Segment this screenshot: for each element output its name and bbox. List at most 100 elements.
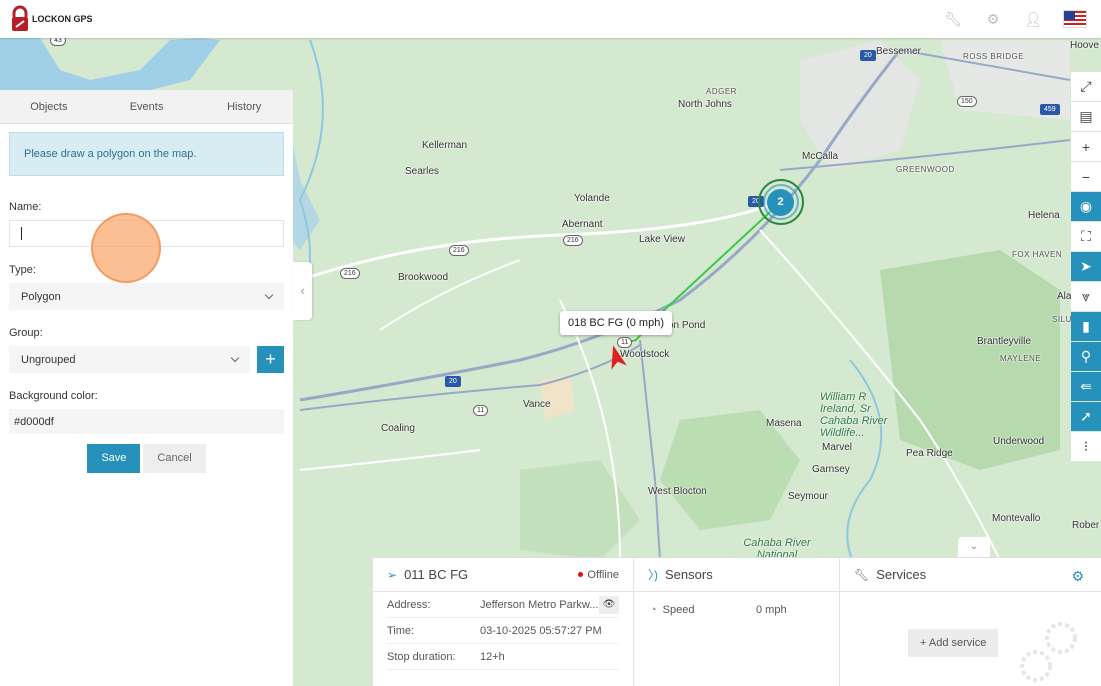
map-label: FOX HAVEN <box>1012 250 1063 259</box>
top-bar: LOCKON GPS 🔧︎ ⚙ 👤︎ <box>0 0 1101 38</box>
sensor-key: Speed <box>662 604 695 616</box>
us-flag-icon[interactable] <box>1063 10 1087 28</box>
app-logo[interactable]: LOCKON GPS <box>10 5 93 33</box>
speedometer-icon: ◔ <box>650 604 657 616</box>
background-color-input[interactable]: #d000df <box>9 409 284 434</box>
type-select[interactable]: Polygon <box>9 283 284 310</box>
sensor-value: 0 mph <box>756 604 787 616</box>
location-pin-icon[interactable]: ⚲ <box>1071 342 1101 371</box>
services-title: Services <box>876 567 927 582</box>
type-value: Polygon <box>21 290 61 303</box>
object-cluster[interactable]: 2 <box>756 177 806 227</box>
map-label: Helena <box>1028 210 1060 221</box>
map-label: Underwood <box>993 436 1045 447</box>
sensor-row: ◔ Speed 0 mph <box>650 604 823 616</box>
detail-key: Time: <box>387 624 415 637</box>
detail-row: Stop duration: 12+h <box>387 644 619 670</box>
map-label: SILU <box>1052 315 1072 324</box>
save-button[interactable]: Save <box>87 444 141 473</box>
tab-events[interactable]: Events <box>98 90 196 123</box>
history-arrow-icon[interactable]: ⇚ <box>1071 372 1101 401</box>
wrench-icon: 🔧︎ <box>854 567 870 582</box>
highway-shield: 459 <box>1040 104 1060 115</box>
map-label: Brantleyville <box>977 336 1031 347</box>
detail-key: Stop duration: <box>387 650 456 663</box>
map-label: Garnsey <box>812 464 850 475</box>
target-icon[interactable]: ◉ <box>1071 192 1101 221</box>
gear-icon[interactable]: ⚙ <box>983 9 1003 29</box>
road-icon[interactable]: ▮ <box>1071 312 1101 341</box>
left-panel: Objects Events History Please draw a pol… <box>0 90 293 686</box>
map-label: on Pond <box>668 320 706 331</box>
map-label: Pea Ridge <box>906 448 953 459</box>
plus-icon: + <box>920 637 929 649</box>
expand-panel-chevron-icon[interactable]: ⌄ <box>958 537 990 557</box>
map-label: Abernant <box>562 219 603 230</box>
polygon-info-message: Please draw a polygon on the map. <box>9 132 284 176</box>
park-label: William R Ireland, Sr Cahaba River Wildl… <box>820 391 888 439</box>
object-title: 011 BC FG <box>404 567 469 582</box>
chevron-down-icon <box>264 290 274 300</box>
map-label: Lake View <box>639 234 685 245</box>
map-label: McCalla <box>802 151 839 162</box>
highway-shield: 150 <box>957 96 977 107</box>
detail-value: 12+h <box>480 650 505 663</box>
detail-row: Address: Jefferson Metro Parkw... 👁︎ <box>387 592 619 618</box>
detail-value: Jefferson Metro Parkw... <box>480 598 599 611</box>
fit-bounds-icon[interactable]: ⛶ <box>1071 222 1101 251</box>
map-label: Marvel <box>822 442 853 453</box>
cancel-button[interactable]: Cancel <box>143 444 206 473</box>
sensors-title: Sensors <box>665 567 713 582</box>
eye-icon[interactable]: 👁︎ <box>599 595 619 614</box>
map-label: Bessemer <box>876 46 922 57</box>
chevron-down-icon <box>230 353 240 363</box>
name-label: Name: <box>9 201 42 213</box>
sensors-panel: 〉) Sensors ◔ Speed 0 mph <box>633 558 839 686</box>
services-panel: 🔧︎ Services ⚙ + Add service <box>839 558 1101 686</box>
highway-shield: 216 <box>563 235 583 246</box>
map-label: Montevallo <box>992 513 1041 524</box>
map-toolbar: ⤢ ▤ + − ◉ ⛶ ➤ ⩔ ▮ ⚲ ⇚ ➚ ⁝ <box>1071 72 1101 462</box>
tab-history[interactable]: History <box>195 90 293 123</box>
background-color-label: Background color: <box>9 390 98 402</box>
status-badge: Offline <box>578 569 619 581</box>
route-icon[interactable]: ⩔ <box>1071 282 1101 311</box>
add-service-button[interactable]: + Add service <box>908 629 999 657</box>
wrench-icon[interactable]: 🔧︎ <box>943 9 963 29</box>
map-label: Coaling <box>381 423 415 434</box>
direction-icon[interactable]: ➚ <box>1071 402 1101 431</box>
group-select[interactable]: Ungrouped <box>9 346 250 373</box>
map-label: Searles <box>405 166 439 177</box>
object-details-header: ➢ 011 BC FG Offline <box>373 558 633 592</box>
cluster-count: 2 <box>767 189 794 216</box>
map-label: Vance <box>523 399 551 410</box>
collapse-panel-handle[interactable]: ‹ <box>293 262 312 320</box>
map-layers-icon[interactable]: ▤ <box>1071 102 1101 131</box>
highway-shield: 216 <box>340 268 360 279</box>
gear-icon[interactable]: ⚙ <box>1071 568 1084 585</box>
navigation-icon[interactable]: ➤ <box>1071 252 1101 281</box>
highway-shield: 20 <box>445 376 461 387</box>
zoom-in-icon[interactable]: + <box>1071 132 1101 161</box>
zoom-out-icon[interactable]: − <box>1071 162 1101 191</box>
map-label: MAYLENE <box>1000 354 1042 363</box>
text-cursor <box>21 227 22 240</box>
fullscreen-icon[interactable]: ⤢ <box>1071 72 1101 101</box>
traffic-light-icon[interactable]: ⁝ <box>1071 432 1101 461</box>
add-group-button[interactable]: + <box>257 346 284 373</box>
offline-dot-icon <box>578 572 584 577</box>
map-label: Seymour <box>788 491 829 502</box>
name-input[interactable] <box>9 220 284 247</box>
services-header: 🔧︎ Services <box>840 558 1101 592</box>
tab-objects[interactable]: Objects <box>0 90 98 123</box>
vehicle-tooltip: 018 BC FG (0 mph) <box>560 311 672 335</box>
user-icon[interactable]: 👤︎ <box>1023 9 1043 29</box>
highway-shield: 11 <box>617 337 633 348</box>
highway-shield: 20 <box>860 50 876 61</box>
status-text: Offline <box>587 568 619 581</box>
map-label: Kellerman <box>422 140 468 151</box>
map-label: ROSS BRIDGE <box>963 52 1025 61</box>
group-label: Group: <box>9 327 43 339</box>
logo-text: LOCKON GPS <box>32 14 93 24</box>
lock-logo-icon <box>12 5 28 31</box>
